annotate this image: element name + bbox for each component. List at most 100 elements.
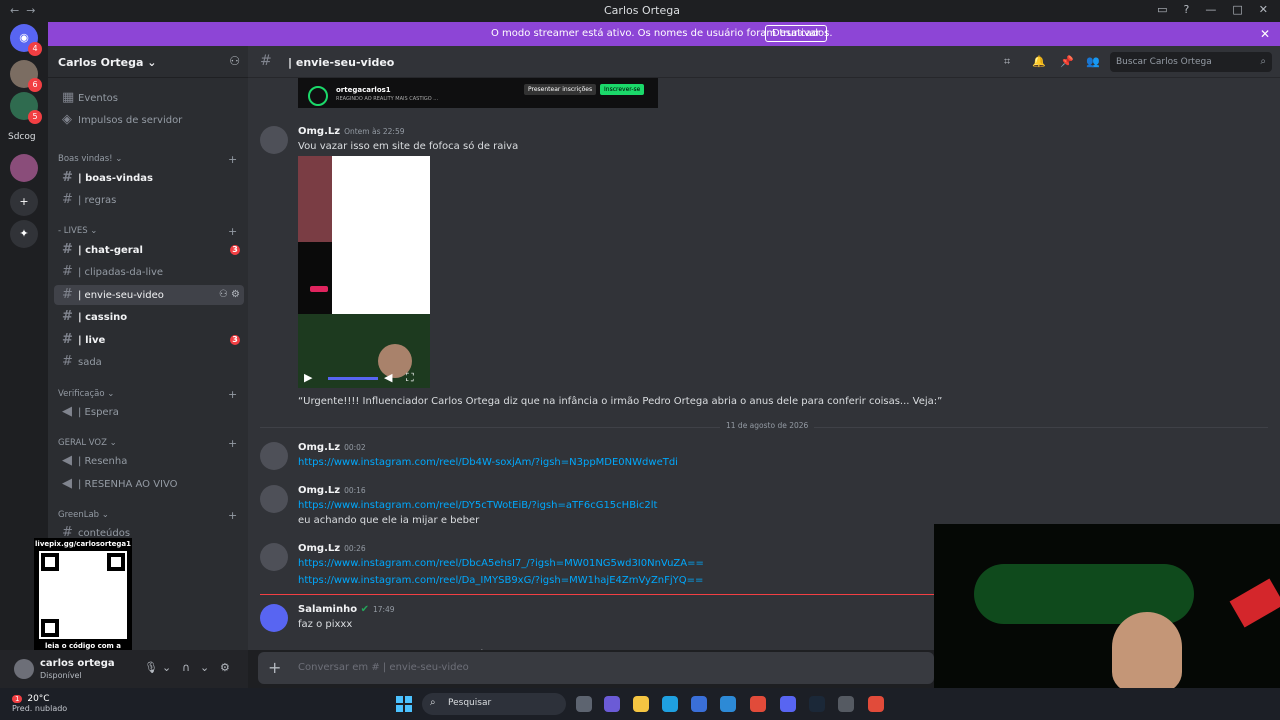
discord-icon[interactable] xyxy=(780,696,796,712)
channel-clipadas[interactable]: # | clipadas-da-live xyxy=(54,262,244,282)
user-panel: carlos ortega Disponível 🎙 ⌄ ∩ ⌄ ⚙ xyxy=(0,650,248,688)
hash-icon: # xyxy=(62,309,73,324)
sidebar-item-boosts[interactable]: ◈ Impulsos de servidor xyxy=(54,110,244,130)
message-composer[interactable]: + Conversar em # | envie-seu-video xyxy=(258,652,934,684)
invite-icon[interactable]: ⚇ xyxy=(229,54,240,68)
server-folder-label[interactable]: Sdcog xyxy=(8,132,36,142)
avatar[interactable] xyxy=(14,659,34,679)
avatar[interactable] xyxy=(260,442,288,470)
message-text: “Urgente!!!! Influenciador Carlos Ortega… xyxy=(298,396,943,407)
add-server-icon[interactable]: + xyxy=(10,188,38,216)
chrome-icon[interactable] xyxy=(868,696,884,712)
teams-icon[interactable] xyxy=(604,696,620,712)
sidebar-item-events[interactable]: ▦ Eventos xyxy=(54,88,244,108)
bell-icon[interactable]: 🔔 xyxy=(1032,55,1046,68)
voice-channel-espera[interactable]: ◀ | Espera xyxy=(54,402,244,422)
threads-icon[interactable]: ⌗ xyxy=(1004,55,1010,69)
file-explorer-icon[interactable] xyxy=(633,696,649,712)
pin-icon[interactable]: 📌 xyxy=(1060,55,1074,68)
category-geral-voz[interactable]: GERAL VOZ ⌄ + xyxy=(58,437,237,450)
message-link[interactable]: https://www.instagram.com/reel/Db4W-soxj… xyxy=(298,457,678,468)
settings-icon[interactable]: ⚇ ⚙ xyxy=(219,285,240,305)
inbox-icon[interactable]: ▭ xyxy=(1157,3,1167,16)
server-icon[interactable]: 6 xyxy=(10,60,42,92)
home-discord-icon[interactable]: ◉ 4 xyxy=(10,24,42,56)
server-icon[interactable] xyxy=(10,154,38,182)
help-icon[interactable]: ? xyxy=(1184,3,1190,16)
video-progress-bar[interactable] xyxy=(328,377,378,380)
qr-url: livepix.gg/carlosortega1 xyxy=(35,540,131,548)
category-greenlab[interactable]: GreenLab ⌄ + xyxy=(58,509,237,522)
category-verificacao[interactable]: Verificação ⌄ + xyxy=(58,388,237,401)
speaker-icon: ◀ xyxy=(62,404,72,419)
minimize-button[interactable]: — xyxy=(1205,3,1216,16)
weather-widget[interactable]: 1 20°C Pred. nublado xyxy=(12,694,67,713)
add-channel-icon[interactable]: + xyxy=(228,509,237,522)
server-name-header[interactable]: Carlos Ortega ⌄ ⚇ xyxy=(48,46,248,78)
headphones-icon[interactable]: ∩ xyxy=(182,661,190,674)
message-author[interactable]: Salaminho ✔ 17:49 xyxy=(298,604,395,615)
message-input[interactable]: Conversar em # | envie-seu-video xyxy=(298,662,469,673)
gift-subs-button[interactable]: Presentear inscrições xyxy=(524,84,597,95)
steam-icon[interactable] xyxy=(809,696,825,712)
verified-badge-icon: ✔ xyxy=(360,604,369,615)
close-button[interactable]: ✕ xyxy=(1259,3,1268,16)
message-author[interactable]: Omg.Lz Ontem às 22:59 xyxy=(298,126,404,137)
chevron-down-icon[interactable]: ⌄ xyxy=(162,661,171,674)
windows-start-icon[interactable] xyxy=(396,696,412,712)
message-link[interactable]: https://www.instagram.com/reel/Da_IMYSB9… xyxy=(298,575,703,586)
close-icon[interactable]: ✕ xyxy=(1260,27,1270,41)
date-divider: 11 de agosto de 2026 xyxy=(260,421,1268,430)
discover-icon[interactable]: ✦ xyxy=(10,220,38,248)
server-icon[interactable]: 5 xyxy=(10,92,42,124)
add-attachment-icon[interactable]: + xyxy=(268,658,281,677)
taskbar-search-input[interactable]: ⌕ Pesquisar xyxy=(422,693,566,715)
message-author[interactable]: Omg.Lz 00:26 xyxy=(298,543,366,554)
video-attachment[interactable]: ▶ ◀ ⛶ xyxy=(298,156,430,388)
add-channel-icon[interactable]: + xyxy=(228,225,237,238)
add-channel-icon[interactable]: + xyxy=(228,388,237,401)
settings-icon[interactable]: ⚙ xyxy=(220,661,230,674)
channel-boas-vindas[interactable]: # | boas-vindas xyxy=(54,168,244,188)
chrome-icon[interactable] xyxy=(750,696,766,712)
search-input[interactable]: Buscar Carlos Ortega ⌕ xyxy=(1110,52,1272,72)
members-icon[interactable]: 👥 xyxy=(1086,55,1100,68)
voice-channel-resenha[interactable]: ◀ | Resenha xyxy=(54,451,244,471)
avatar[interactable] xyxy=(260,543,288,571)
disable-button[interactable]: Desativar xyxy=(765,25,828,42)
mail-icon[interactable] xyxy=(720,696,736,712)
channel-sada[interactable]: # sada xyxy=(54,352,244,372)
channel-header: # | envie-seu-video ⌗ 🔔 📌 👥 Buscar Carlo… xyxy=(248,46,1280,78)
microphone-icon[interactable]: 🎙 xyxy=(144,661,158,674)
channel-regras[interactable]: # | regras xyxy=(54,190,244,210)
message-author[interactable]: Omg.Lz 00:16 xyxy=(298,485,366,496)
voice-channel-resenha-ao-vivo[interactable]: ◀ | RESENHA AO VIVO xyxy=(54,474,244,494)
add-channel-icon[interactable]: + xyxy=(228,437,237,450)
nav-arrows[interactable]: ← → xyxy=(10,4,35,17)
avatar[interactable] xyxy=(260,604,288,632)
category-lives[interactable]: - LIVES ⌄ + xyxy=(58,225,237,238)
avatar[interactable] xyxy=(260,485,288,513)
message-link[interactable]: https://www.instagram.com/reel/DbcA5ehsI… xyxy=(298,558,704,569)
message-author[interactable]: Omg.Lz 00:02 xyxy=(298,442,366,453)
channel-chat-geral[interactable]: # | chat-geral 3 xyxy=(54,240,244,260)
add-channel-icon[interactable]: + xyxy=(228,153,237,166)
youtube-embed[interactable]: ortegacarlos1 REAGINDO AO REALITY MAIS C… xyxy=(298,78,658,108)
volume-icon[interactable]: ◀ xyxy=(384,371,392,384)
edge-icon[interactable] xyxy=(662,696,678,712)
channel-live[interactable]: # | live 3 xyxy=(54,330,244,350)
app-icon[interactable] xyxy=(838,696,854,712)
play-icon[interactable]: ▶ xyxy=(304,371,312,384)
search-icon: ⌕ xyxy=(430,697,436,708)
store-icon[interactable] xyxy=(691,696,707,712)
maximize-button[interactable]: □ xyxy=(1232,3,1242,16)
channel-envie-seu-video[interactable]: # | envie-seu-video ⚇ ⚙ xyxy=(54,285,244,305)
subscribe-button[interactable]: Inscrever-se xyxy=(600,84,645,95)
chevron-down-icon[interactable]: ⌄ xyxy=(200,661,209,674)
category-boas-vindas[interactable]: Boas vindas! ⌄ + xyxy=(58,153,237,166)
message-link[interactable]: https://www.instagram.com/reel/DY5cTWotE… xyxy=(298,500,657,511)
fullscreen-icon[interactable]: ⛶ xyxy=(406,371,414,385)
avatar[interactable] xyxy=(260,126,288,154)
channel-cassino[interactable]: # | cassino xyxy=(54,307,244,327)
task-view-icon[interactable] xyxy=(576,696,592,712)
